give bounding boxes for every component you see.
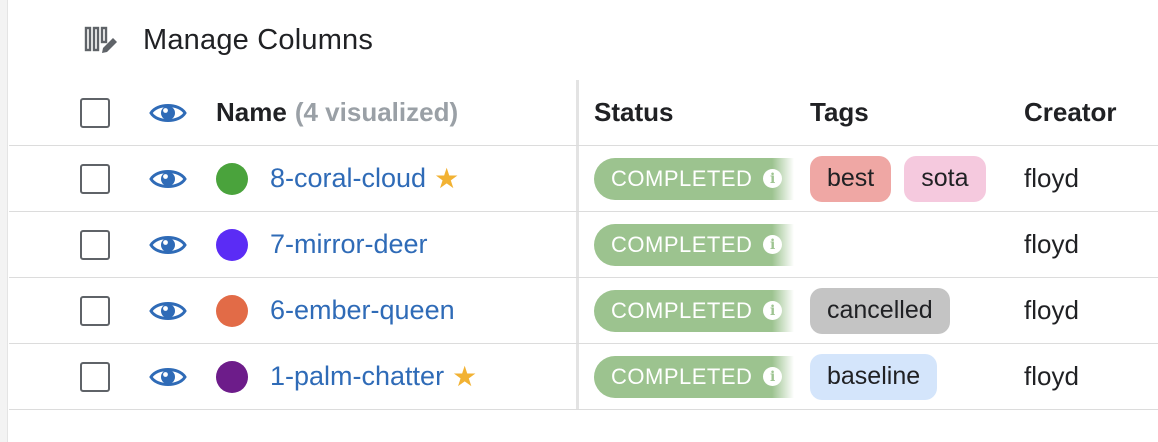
visibility-eye-icon[interactable] (149, 344, 187, 409)
column-header-name[interactable]: Name (4 visualized) (216, 80, 458, 145)
run-color-dot[interactable] (216, 228, 248, 261)
table-row[interactable]: 7-mirror-deer COMPLETED i floyd (9, 212, 1158, 278)
visualized-count: (4 visualized) (294, 97, 459, 127)
creator-text: floyd (1024, 163, 1079, 193)
row-select-checkbox[interactable] (80, 163, 110, 194)
visibility-eye-icon[interactable] (149, 278, 187, 343)
creator-text: floyd (1024, 295, 1079, 325)
tag-chip[interactable]: best (810, 155, 892, 202)
creator-text: floyd (1024, 361, 1079, 391)
status-header-label: Status (594, 97, 674, 127)
run-color-dot[interactable] (216, 294, 248, 327)
columns-edit-icon (84, 23, 118, 57)
tags-header-label: Tags (810, 97, 869, 127)
visibility-eye-icon[interactable] (149, 146, 187, 211)
run-name-link[interactable]: 6-ember-queen (270, 295, 455, 326)
table-row[interactable]: 6-ember-queen COMPLETED i cancelled floy… (9, 278, 1158, 344)
star-icon[interactable]: ★ (452, 362, 477, 391)
table-row[interactable]: 1-palm-chatter ★ COMPLETED i baseline fl… (9, 344, 1158, 410)
run-color-dot[interactable] (216, 162, 248, 195)
creator-header-label: Creator (1024, 97, 1117, 127)
info-icon[interactable]: i (763, 301, 783, 320)
star-icon[interactable]: ★ (434, 164, 459, 193)
status-text: COMPLETED (611, 363, 753, 389)
status-text: COMPLETED (611, 297, 753, 323)
run-color-dot[interactable] (216, 360, 248, 393)
row-select-checkbox[interactable] (80, 361, 110, 392)
tag-chip[interactable]: baseline (810, 353, 938, 400)
status-text: COMPLETED (611, 165, 753, 191)
column-header-tags[interactable]: Tags (810, 80, 869, 145)
creator-text: floyd (1024, 229, 1079, 259)
table-row[interactable]: 8-coral-cloud ★ COMPLETED i best sota flo… (9, 146, 1158, 212)
status-badge: COMPLETED i (594, 223, 794, 266)
row-select-checkbox[interactable] (80, 229, 110, 260)
manage-columns-button[interactable]: Manage Columns (84, 20, 373, 60)
visibility-eye-icon[interactable] (149, 212, 187, 277)
status-badge: COMPLETED i (594, 157, 794, 200)
manage-columns-label: Manage Columns (143, 23, 374, 56)
visibility-all-eye-icon[interactable] (149, 80, 187, 145)
info-icon[interactable]: i (763, 367, 783, 386)
run-name-link[interactable]: 1-palm-chatter (270, 361, 444, 392)
table-body: 8-coral-cloud ★ COMPLETED i best sota flo… (9, 146, 1158, 410)
runs-table: Name (4 visualized) Status Tags Creator … (9, 80, 1158, 410)
status-text: COMPLETED (611, 231, 753, 257)
name-header-label: Name (216, 97, 287, 127)
tags-cell: best sota (810, 146, 999, 211)
table-header-row: Name (4 visualized) Status Tags Creator (9, 80, 1158, 146)
info-icon[interactable]: i (763, 235, 783, 254)
info-icon[interactable]: i (763, 169, 783, 188)
left-panel-border (0, 0, 8, 442)
row-select-checkbox[interactable] (80, 295, 110, 326)
tag-chip[interactable]: cancelled (810, 287, 950, 334)
status-badge: COMPLETED i (594, 289, 794, 332)
status-badge: COMPLETED i (594, 355, 794, 398)
run-name-link[interactable]: 8-coral-cloud (270, 163, 426, 194)
column-header-creator[interactable]: Creator (1024, 80, 1116, 145)
tags-cell: cancelled (810, 278, 963, 343)
run-name-link[interactable]: 7-mirror-deer (270, 229, 428, 260)
select-all-checkbox[interactable] (80, 97, 110, 128)
tag-chip[interactable]: sota (904, 155, 986, 202)
column-header-status[interactable]: Status (594, 80, 673, 145)
tags-cell: baseline (810, 344, 950, 409)
